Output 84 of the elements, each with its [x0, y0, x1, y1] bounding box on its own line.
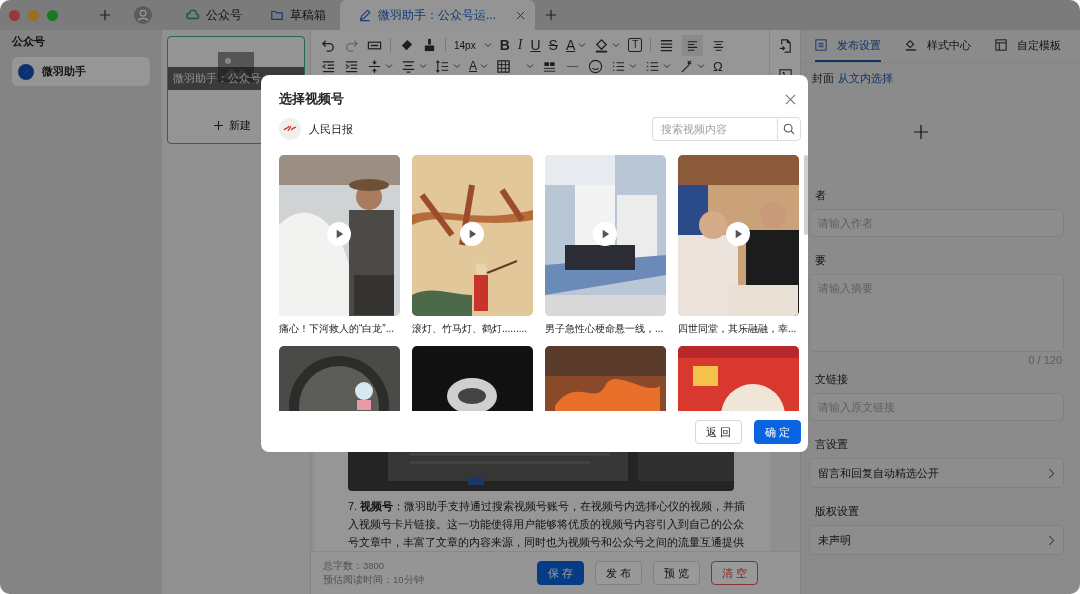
video-title: 四世同堂，其乐融融，幸... — [678, 322, 798, 336]
field-label: 要 — [814, 253, 827, 268]
settings-tab[interactable]: 自定模板 — [995, 30, 1061, 62]
field-label: 文链接 — [814, 372, 849, 387]
account-item[interactable]: 微羽助手 — [12, 57, 150, 86]
field-label: 封面 — [812, 71, 834, 86]
text-style-button[interactable]: A — [469, 58, 477, 74]
pencil-icon — [358, 8, 372, 22]
account-logo-icon — [279, 118, 301, 140]
tab-label: 草稿箱 — [290, 6, 326, 24]
action-button[interactable]: 清空 — [711, 561, 758, 585]
close-icon[interactable] — [785, 93, 796, 105]
magic-wand-icon[interactable] — [679, 58, 694, 74]
field-label: 版权设置 — [814, 504, 860, 519]
play-icon[interactable] — [460, 222, 484, 246]
special-character-button[interactable]: Ω — [713, 58, 723, 74]
bold-button[interactable]: B — [499, 37, 510, 53]
italic-button[interactable]: I — [517, 37, 523, 53]
chevron-right-icon — [1048, 534, 1055, 546]
search-icon — [783, 123, 795, 135]
import-document-icon[interactable] — [777, 38, 793, 53]
close-icon[interactable] — [516, 10, 525, 20]
dialog-button[interactable]: 确定 — [754, 420, 801, 444]
video-title: 男子急性心梗命悬一线，... — [545, 322, 665, 336]
tab-label: 自定模板 — [1017, 37, 1061, 53]
action-button[interactable]: 保存 — [537, 561, 584, 585]
caret-icon — [483, 42, 492, 48]
align-left-icon[interactable] — [682, 34, 704, 56]
tab-label: 发布设置 — [837, 37, 881, 53]
settings-tab[interactable]: 发布设置 — [815, 30, 881, 62]
compass-icon — [18, 63, 34, 80]
chevron-right-icon — [1048, 467, 1055, 479]
add-icon[interactable] — [99, 9, 111, 21]
new-tab-icon[interactable] — [545, 9, 557, 21]
spacing-icon[interactable] — [367, 58, 382, 74]
line-height-icon[interactable] — [435, 58, 450, 74]
outdent-icon[interactable] — [321, 58, 336, 74]
select-field[interactable]: 未声明 — [809, 525, 1064, 555]
settings-tab[interactable]: 样式中心 — [905, 30, 971, 62]
select-field[interactable]: 留言和回复自动精选公开 — [809, 458, 1064, 488]
eraser-icon[interactable] — [399, 37, 414, 53]
cloud-icon — [186, 8, 200, 22]
play-icon[interactable] — [726, 222, 750, 246]
choose-from-text-link[interactable]: 从文内选择 — [838, 71, 893, 86]
tab-label: 公众号 — [206, 6, 242, 24]
tab-label: 样式中心 — [927, 37, 971, 53]
action-button[interactable]: 预览 — [653, 561, 700, 585]
field-label: 言设置 — [814, 437, 849, 452]
justify-icon[interactable] — [659, 37, 675, 53]
paragraph-icon[interactable] — [401, 58, 416, 74]
list-icon — [815, 39, 827, 51]
section-heading: 公众号 — [12, 34, 46, 49]
plus-icon — [913, 125, 928, 139]
dialog-button[interactable]: 返回 — [695, 420, 742, 444]
underline-button[interactable]: U — [530, 37, 541, 53]
action-button[interactable]: 发布 — [595, 561, 642, 585]
folder-icon — [270, 8, 284, 22]
video-title: 滚灯、竹马灯、鹤灯......... — [412, 322, 528, 336]
table-icon[interactable] — [496, 58, 511, 74]
video-title: 痛心！下河救人的“白龙”... — [279, 322, 395, 336]
search-button[interactable] — [777, 117, 801, 141]
fill-color-icon[interactable] — [594, 37, 610, 53]
play-icon[interactable] — [593, 222, 617, 246]
paint-bucket-icon — [905, 39, 917, 51]
font-size-dropdown[interactable]: 14px — [454, 39, 492, 51]
field-label: 者 — [814, 188, 827, 203]
new-article-button[interactable]: 新建 — [168, 107, 304, 143]
window-tab[interactable]: 公众号 — [168, 0, 252, 30]
tab-label: 微羽助手：公众号运... — [378, 6, 496, 24]
text-box-button[interactable]: T — [628, 38, 643, 52]
brush-icon[interactable] — [422, 37, 437, 53]
plus-icon — [213, 120, 223, 130]
account-name: 微羽助手 — [42, 64, 86, 79]
layout-icon — [995, 39, 1007, 51]
scrollbar[interactable] — [804, 155, 808, 235]
font-color-button[interactable]: A — [565, 37, 576, 53]
window-tab[interactable]: 草稿箱 — [252, 0, 336, 30]
article-paragraph: 7. 视频号：微羽助手支持通过搜索视频号账号，在视频号内选择心仪的视频，并插入视频号卡片链接。这一功能使得用户能够将优质的视频号内容引入到自己的公众号文章中，丰富了文章的内容来源，同时也为视频号和公众号之间的流量互通提供 — [348, 499, 747, 550]
window-tab[interactable]: 微羽助手：公众号运... — [340, 0, 535, 30]
play-icon[interactable] — [327, 222, 351, 246]
strikethrough-button[interactable]: S — [548, 37, 558, 53]
account-name: 人民日报 — [309, 121, 353, 137]
indent-icon[interactable] — [344, 58, 359, 74]
emoji-icon[interactable] — [588, 58, 603, 74]
